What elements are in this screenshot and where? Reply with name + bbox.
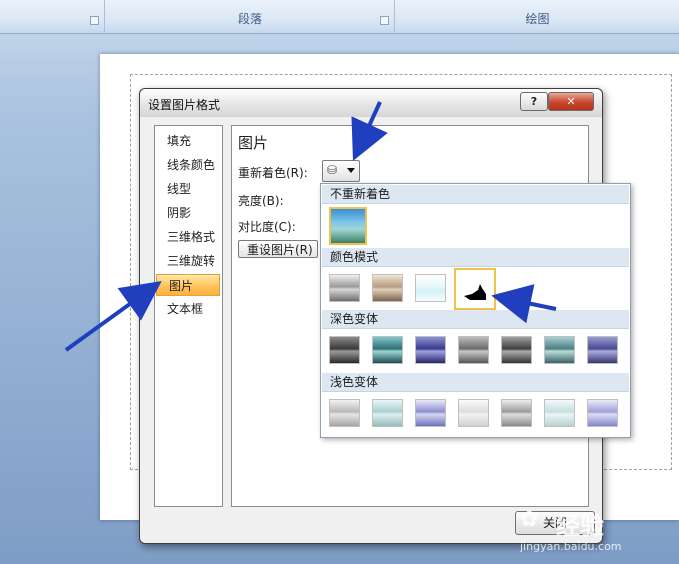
watermark-text: 经验	[556, 512, 604, 540]
annotation-arrows	[64, 101, 557, 352]
arrow-to-recolor-button	[351, 101, 388, 161]
arrow-to-picture-nav	[64, 280, 162, 352]
baidu-paw-icon: ✿	[520, 507, 539, 532]
arrow-to-black-white	[491, 284, 557, 324]
watermark-url: jingyan.baidu.com	[520, 540, 622, 553]
